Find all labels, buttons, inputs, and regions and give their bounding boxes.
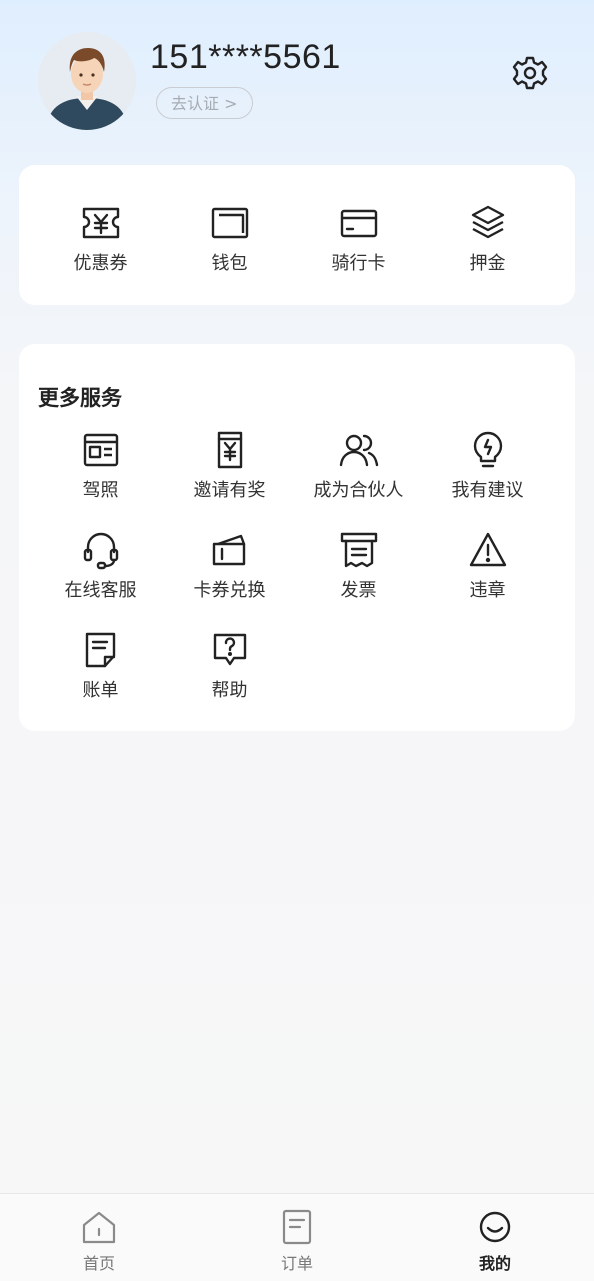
tab-orders[interactable]: 订单 [247, 1208, 347, 1274]
deposit-button[interactable]: 押金 [423, 203, 552, 275]
tab-mine[interactable]: 我的 [445, 1208, 545, 1274]
wallet-label: 钱包 [211, 253, 248, 274]
verify-button[interactable]: 去认证 > [156, 87, 253, 119]
service-label: 帮助 [211, 680, 248, 701]
license-icon [83, 433, 118, 467]
service-label: 我有建议 [451, 480, 524, 501]
wallet-icon [211, 207, 248, 239]
tab-home[interactable]: 首页 [49, 1208, 149, 1274]
coupon-icon [82, 207, 119, 239]
user-phone: 151****5561 [150, 38, 341, 76]
service-label: 卡券兑换 [193, 580, 266, 601]
ticket-icon [212, 534, 245, 566]
bottom-tab-bar: 首页 订单 我的 [0, 1193, 594, 1281]
tab-label: 首页 [82, 1254, 115, 1273]
lightbulb-icon [473, 431, 502, 468]
service-label: 邀请有奖 [193, 480, 266, 501]
service-violation[interactable]: 违章 [423, 530, 552, 602]
service-label: 在线客服 [64, 580, 137, 601]
invoice-icon [340, 532, 377, 568]
warning-icon [469, 532, 506, 567]
bill-icon [85, 632, 115, 668]
service-invite[interactable]: 邀请有奖 [165, 430, 294, 502]
service-license[interactable]: 驾照 [36, 430, 165, 502]
more-services-card: 更多服务 驾照 邀请有奖 成为合伙人 我有建议 在线客服 卡券兑换 发票 违章 … [19, 344, 575, 731]
home-icon [82, 1211, 116, 1244]
tab-label: 订单 [280, 1254, 313, 1273]
service-label: 违章 [469, 580, 506, 601]
service-partner[interactable]: 成为合伙人 [294, 430, 423, 502]
service-label: 成为合伙人 [313, 480, 404, 501]
invite-reward-icon [217, 431, 242, 469]
layers-icon [471, 205, 504, 239]
help-icon [213, 633, 246, 666]
wallet-button[interactable]: 钱包 [165, 203, 294, 275]
service-suggestion[interactable]: 我有建议 [423, 430, 552, 502]
service-invoice[interactable]: 发票 [294, 530, 423, 602]
ride-card-button[interactable]: 骑行卡 [294, 203, 423, 275]
service-label: 驾照 [82, 480, 119, 501]
tab-label: 我的 [478, 1254, 511, 1273]
quick-actions-card: 优惠券 钱包 骑行卡 押金 [19, 165, 575, 305]
card-icon [340, 209, 377, 238]
avatar[interactable] [38, 32, 136, 130]
profile-header: 151****5561 去认证 > [0, 0, 594, 160]
service-label: 账单 [82, 680, 119, 701]
profile-icon [479, 1211, 511, 1243]
order-icon [282, 1209, 312, 1245]
service-help[interactable]: 帮助 [165, 630, 294, 702]
more-services-title: 更多服务 [38, 386, 122, 410]
service-online-support[interactable]: 在线客服 [36, 530, 165, 602]
service-coupon-exchange[interactable]: 卡券兑换 [165, 530, 294, 602]
coupon-label: 优惠券 [73, 253, 128, 274]
partner-icon [339, 434, 378, 467]
deposit-label: 押金 [469, 253, 506, 274]
settings-gear-icon[interactable] [511, 54, 549, 92]
ride-card-label: 骑行卡 [331, 253, 386, 274]
coupon-button[interactable]: 优惠券 [36, 203, 165, 275]
service-label: 发票 [340, 580, 377, 601]
service-bill[interactable]: 账单 [36, 630, 165, 702]
headset-icon [83, 532, 118, 570]
